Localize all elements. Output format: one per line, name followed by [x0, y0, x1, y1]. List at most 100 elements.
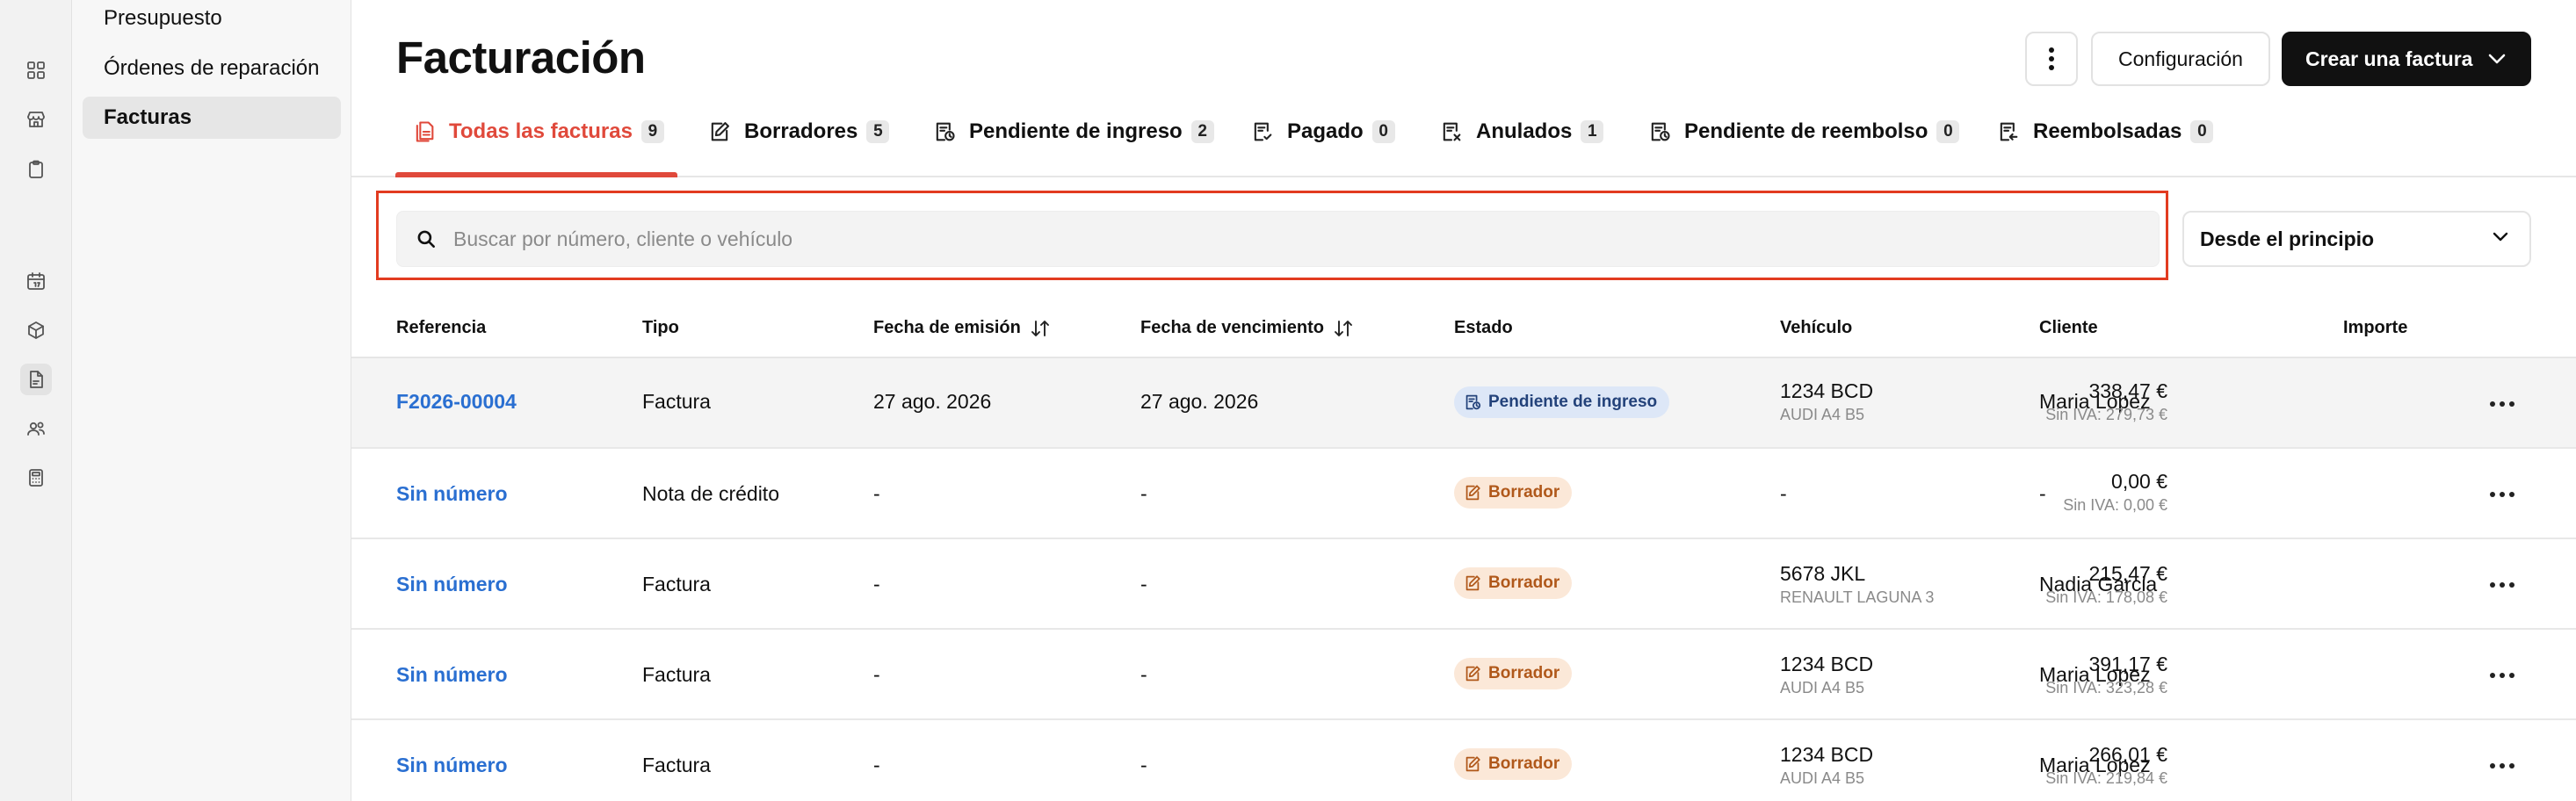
tab-count: 0	[1936, 120, 1960, 143]
client-name: -	[2039, 482, 2046, 505]
refunded-invoice-icon	[2000, 122, 2018, 141]
tab-count: 0	[1371, 120, 1395, 143]
row-more-button[interactable]	[2483, 656, 2522, 695]
search-input[interactable]	[453, 227, 2123, 251]
configuration-button[interactable]: Configuración	[2091, 32, 2270, 86]
amount-net: Sin IVA: 323,28 €	[2045, 679, 2167, 696]
table-row[interactable]: Sin número Factura - - Borrador 5678 JKL…	[351, 539, 2576, 630]
tab-label: Pendiente de ingreso	[969, 119, 1183, 143]
invoice-reference-link[interactable]: Sin número	[396, 663, 508, 687]
store-icon[interactable]	[20, 104, 52, 135]
column-header-referencia: Referencia	[396, 318, 487, 337]
icon-rail	[0, 0, 72, 801]
vehicle-model: AUDI A4 B5	[1780, 406, 1865, 423]
invoice-reference-link[interactable]: Sin número	[396, 573, 508, 596]
vehicle-plate: 1234 BCD	[1780, 743, 1874, 766]
column-header-importe: Importe	[2343, 318, 2408, 337]
due-date: -	[1140, 663, 1147, 686]
amount-net: Sin IVA: 279,73 €	[2045, 406, 2167, 423]
issue-date: -	[873, 573, 880, 595]
invoice-type: Factura	[642, 754, 711, 776]
column-header-vehiculo: Vehículo	[1780, 318, 1853, 337]
tab-count: 2	[1190, 120, 1214, 143]
search-icon	[417, 230, 435, 248]
configuration-label: Configuración	[2118, 47, 2243, 70]
amount-total: 391,17 €	[2088, 653, 2167, 675]
tab-pendiente-de-ingreso[interactable]: Pendiente de ingreso 2	[932, 105, 1214, 177]
tab-label: Pendiente de reembolso	[1684, 119, 1928, 143]
vehicle-model: RENAULT LAGUNA 3	[1780, 588, 1935, 606]
active-tab-indicator	[395, 172, 677, 177]
column-header-fecha-emision[interactable]: Fecha de emisión	[873, 318, 1051, 338]
column-header-tipo: Tipo	[642, 318, 679, 337]
document-icon[interactable]	[20, 364, 52, 395]
sort-icon[interactable]	[1030, 319, 1051, 338]
invoice-type: Factura	[642, 573, 711, 595]
tab-pendiente-de-reembolso[interactable]: Pendiente de reembolso 0	[1647, 105, 1960, 177]
sidebar-item-presupuesto[interactable]: Presupuesto	[83, 0, 341, 40]
vehicle-model: AUDI A4 B5	[1780, 679, 1865, 696]
sidebar-item-facturas[interactable]: Facturas	[83, 97, 341, 139]
clipboard-icon[interactable]	[20, 154, 52, 185]
box-icon[interactable]	[20, 314, 52, 346]
edit-document-icon	[1465, 575, 1480, 591]
table-row[interactable]: F2026-00004 Factura 27 ago. 2026 27 ago.…	[351, 358, 2576, 449]
tab-borradores[interactable]: Borradores 5	[707, 105, 890, 177]
tab-todas-las-facturas[interactable]: Todas las facturas 9	[412, 105, 664, 177]
row-more-button[interactable]	[2483, 475, 2522, 514]
more-vertical-icon	[2049, 47, 2054, 70]
paid-invoice-icon	[1254, 122, 1272, 141]
users-icon[interactable]	[20, 413, 52, 444]
sort-icon[interactable]	[1333, 319, 1354, 338]
column-header-fecha-vencimiento[interactable]: Fecha de vencimiento	[1140, 318, 1354, 338]
pending-invoice-icon	[1465, 394, 1481, 410]
table-row[interactable]: Sin número Factura - - Borrador 1234 BCD…	[351, 630, 2576, 720]
due-date: -	[1140, 754, 1147, 776]
tab-pagado[interactable]: Pagado 0	[1250, 105, 1395, 177]
date-range-value: Desde el principio	[2200, 227, 2375, 250]
issue-date: -	[873, 663, 880, 686]
amount-total: 266,01 €	[2088, 743, 2167, 766]
amount-total: 215,47 €	[2088, 562, 2167, 585]
invoice-reference-link[interactable]: F2026-00004	[396, 390, 517, 414]
tab-anulados[interactable]: Anulados 1	[1439, 105, 1604, 177]
search-box[interactable]	[396, 211, 2160, 267]
invoice-reference-link[interactable]: Sin número	[396, 482, 508, 506]
invoices-stack-icon	[416, 121, 434, 142]
due-date: -	[1140, 482, 1147, 505]
page-title: Facturación	[396, 32, 646, 83]
tab-count: 1	[1581, 120, 1604, 143]
edit-document-icon	[1465, 485, 1480, 501]
status-badge: Borrador	[1454, 658, 1573, 689]
row-more-button[interactable]	[2483, 566, 2522, 604]
dashboard-icon[interactable]	[20, 54, 52, 86]
tab-count: 0	[2190, 120, 2214, 143]
row-more-button[interactable]	[2483, 747, 2522, 785]
create-invoice-label: Crear una factura	[2305, 47, 2473, 70]
column-header-cliente: Cliente	[2039, 318, 2098, 337]
table-row[interactable]: Sin número Factura - - Borrador 1234 BCD…	[351, 720, 2576, 801]
edit-document-icon	[711, 122, 729, 141]
invoice-reference-link[interactable]: Sin número	[396, 754, 508, 777]
calendar-icon[interactable]	[20, 265, 52, 297]
date-range-select[interactable]: Desde el principio	[2182, 211, 2531, 267]
vehicle-plate: -	[1780, 482, 1787, 505]
create-invoice-button[interactable]: Crear una factura	[2282, 32, 2531, 86]
calculator-icon[interactable]	[20, 462, 52, 494]
issue-date: 27 ago. 2026	[873, 390, 992, 413]
sidebar-item-ordenes[interactable]: Órdenes de reparación	[83, 47, 341, 90]
more-options-button[interactable]	[2025, 32, 2078, 86]
amount-net: Sin IVA: 0,00 €	[2063, 496, 2167, 514]
pending-invoice-icon	[936, 122, 955, 141]
table-row[interactable]: Sin número Nota de crédito - - Borrador …	[351, 449, 2576, 539]
tab-reembolsadas[interactable]: Reembolsadas 0	[1996, 105, 2214, 177]
main-content: Facturación Configuración Crear una fact…	[351, 0, 2576, 801]
status-badge: Borrador	[1454, 477, 1573, 509]
tab-label: Todas las facturas	[449, 119, 633, 143]
sub-sidebar: Presupuesto Órdenes de reparación Factur…	[72, 0, 351, 801]
tab-label: Pagado	[1287, 119, 1364, 143]
column-header-estado: Estado	[1454, 318, 1513, 337]
amount-net: Sin IVA: 219,84 €	[2045, 769, 2167, 787]
row-more-button[interactable]	[2483, 385, 2522, 423]
issue-date: -	[873, 754, 880, 776]
